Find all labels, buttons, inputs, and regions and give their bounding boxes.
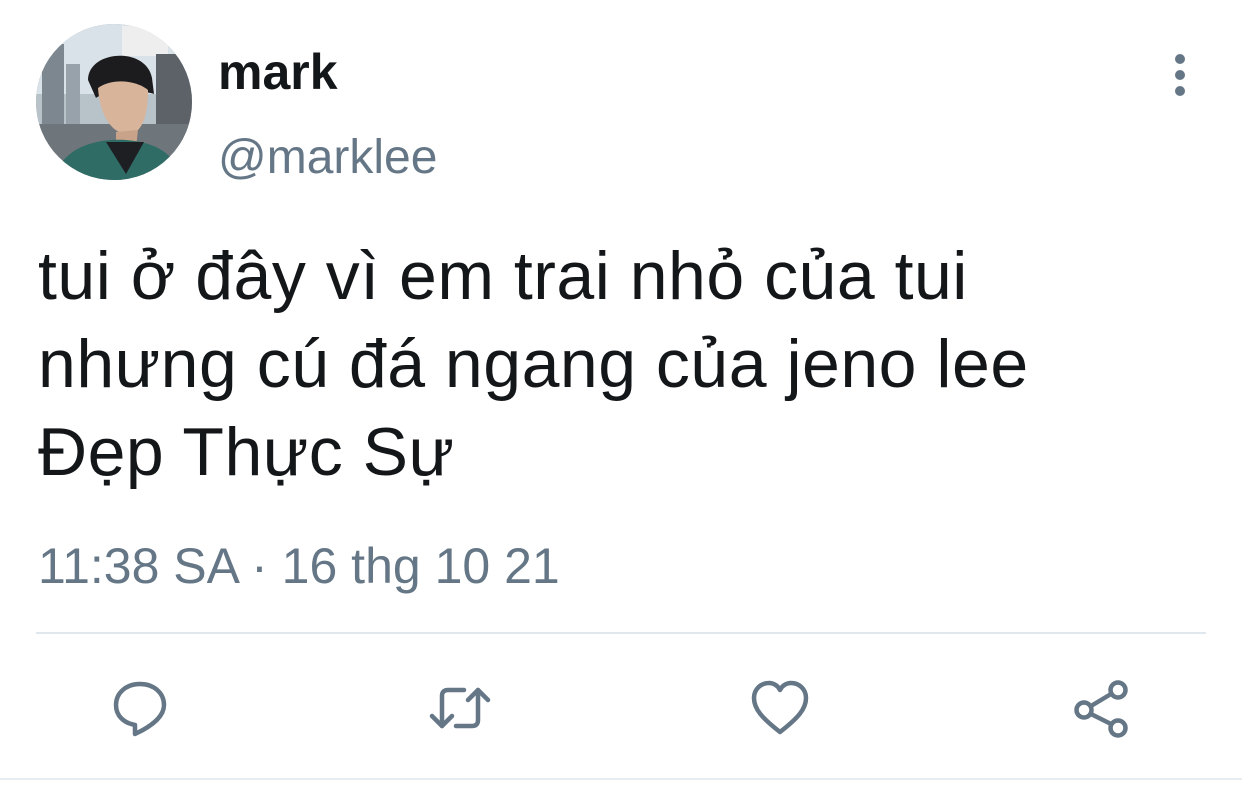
like-button[interactable] bbox=[748, 676, 812, 740]
like-icon bbox=[751, 680, 809, 735]
avatar[interactable] bbox=[36, 24, 192, 180]
reply-button[interactable] bbox=[108, 676, 172, 740]
share-icon bbox=[1074, 680, 1128, 738]
share-button[interactable] bbox=[1070, 676, 1134, 740]
tweet-text-line: Đẹp Thực Sự bbox=[38, 414, 455, 490]
tweet-timestamp[interactable]: 11:38 SA · 16 thg 10 21 bbox=[38, 534, 560, 598]
retweet-icon bbox=[429, 687, 491, 729]
reply-icon bbox=[113, 681, 167, 737]
avatar-photo bbox=[36, 24, 192, 180]
retweet-button[interactable] bbox=[428, 676, 492, 740]
tweet-text-line: tui ở đây vì em trai nhỏ của tui bbox=[38, 238, 968, 314]
vertical-ellipsis-icon bbox=[1175, 54, 1185, 96]
tweet-text: tui ở đây vì em trai nhỏ của tui nhưng c… bbox=[38, 232, 1208, 496]
more-options-button[interactable] bbox=[1160, 50, 1200, 100]
divider bbox=[0, 778, 1242, 780]
author-handle[interactable]: @marklee bbox=[218, 128, 437, 188]
divider bbox=[36, 632, 1206, 634]
tweet-text-line: nhưng cú đá ngang của jeno lee bbox=[38, 326, 1029, 402]
author-display-name[interactable]: mark bbox=[218, 40, 338, 104]
